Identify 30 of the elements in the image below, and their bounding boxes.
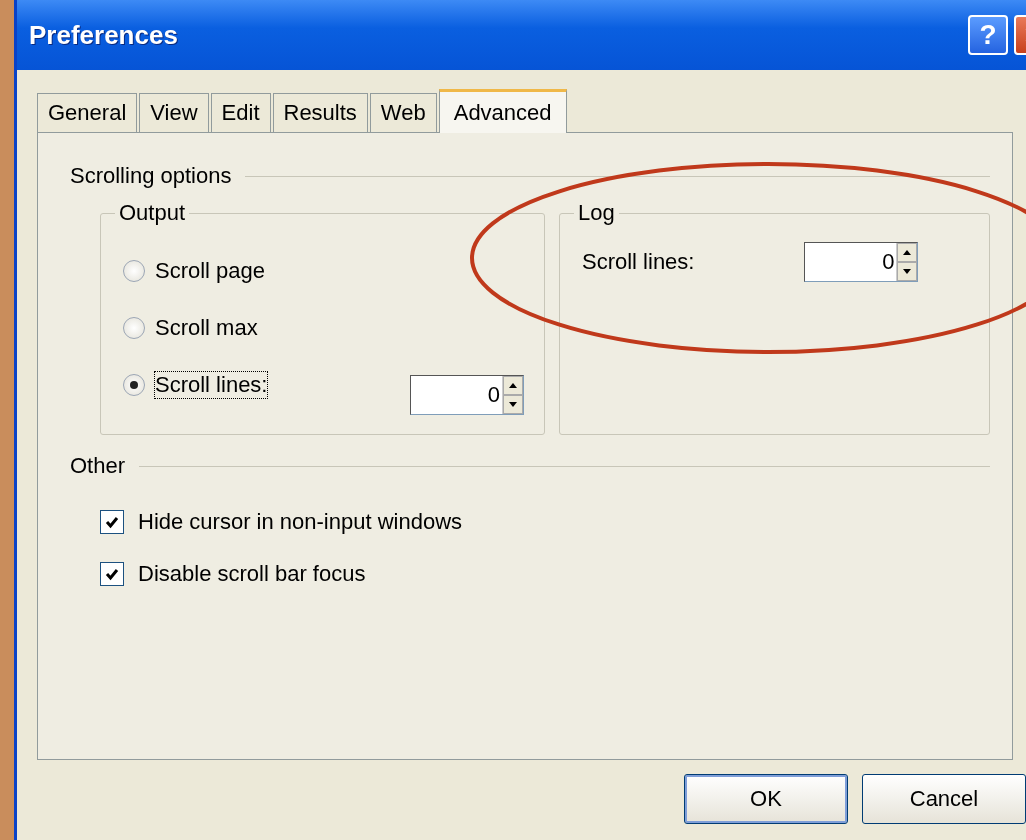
section-heading: Scrolling options	[70, 163, 232, 189]
tab[interactable]: General	[37, 93, 138, 133]
up-arrow-icon[interactable]	[509, 382, 517, 388]
checkbox-label[interactable]: Disable scroll bar focus	[138, 561, 366, 587]
window-title: Preferences	[29, 19, 179, 51]
radio-label[interactable]: Scroll page	[155, 257, 266, 284]
radio-label[interactable]: Scroll max	[155, 314, 258, 341]
radio-button[interactable]	[123, 316, 145, 339]
tab[interactable]: Edit	[210, 93, 271, 133]
spinner-field[interactable]: 0	[804, 242, 919, 282]
up-arrow-icon[interactable]	[903, 250, 912, 255]
down-arrow-icon[interactable]	[509, 401, 517, 407]
radio-label[interactable]: Scroll lines:	[155, 371, 268, 398]
section-heading: Other	[70, 453, 126, 479]
dialog-button[interactable]: OK	[684, 774, 848, 824]
checkmark-icon	[105, 515, 119, 529]
down-arrow-icon[interactable]	[903, 269, 912, 274]
checkbox[interactable]	[100, 510, 124, 534]
tab[interactable]: Web	[369, 93, 437, 133]
dialog-button[interactable]: Cancel	[862, 774, 1026, 824]
checkmark-icon	[105, 567, 119, 581]
spinner-field[interactable]: 0	[410, 374, 524, 415]
tab[interactable]: View	[139, 93, 209, 133]
checkbox-label[interactable]: Hide cursor in non-input windows	[138, 509, 463, 535]
field-label: Scroll lines:	[582, 249, 695, 275]
checkbox[interactable]	[100, 562, 124, 586]
radio-button[interactable]	[123, 259, 145, 282]
radio-button[interactable]	[123, 373, 145, 396]
tab[interactable]: Advanced	[438, 89, 567, 133]
tab[interactable]: Results	[272, 93, 368, 133]
